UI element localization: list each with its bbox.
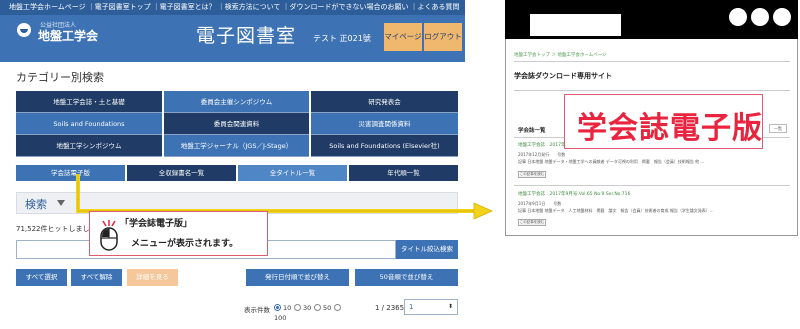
chevron-down-icon <box>57 200 65 206</box>
journal-row-title[interactable]: 地盤工学会誌 2017年 <box>518 142 565 148</box>
read-article-button[interactable]: この記事を読む <box>518 219 546 226</box>
breadcrumb[interactable]: 地盤工学会トップ ＞ 地盤工学会ホームページ <box>514 52 607 58</box>
category-disaster-reports[interactable]: 災害調査関係資料 <box>311 113 458 135</box>
journal-row-date: 2017年12月発行 号数 <box>518 152 566 157</box>
window-title-box <box>530 14 621 36</box>
category-sf-elsevier[interactable]: Soils and Foundations (Elsevier社) <box>311 135 458 157</box>
per-page-option-100: 100 <box>274 314 287 322</box>
mypage-button[interactable]: マイページ <box>384 23 422 51</box>
category-research-meeting[interactable]: 研究発表会 <box>311 91 458 113</box>
window-bar <box>505 0 798 39</box>
page-indicator: 1 / 2365 <box>375 304 405 312</box>
link-download-help[interactable]: ｜ダウンロードができない場合のお願い <box>282 3 408 11</box>
journal-edition-label: 学会誌電子版 <box>577 111 763 146</box>
callout-line-2: メニューが表示されます。 <box>131 239 239 249</box>
list-tabs: 学会誌電子版 全収録書名一覧 全タイトル一覧 年代順一覧 <box>16 165 458 181</box>
read-article-button[interactable]: この記事を読む <box>518 171 546 178</box>
category-geo-symposium[interactable]: 地盤工学シンポジウム <box>16 135 162 157</box>
per-page-option-50: 50 <box>323 304 332 312</box>
per-page-label: 表示件数 <box>244 306 270 314</box>
logout-button[interactable]: ログアウト <box>424 23 462 51</box>
tab-all-books[interactable]: 全収録書名一覧 <box>127 165 236 181</box>
link-faq[interactable]: ｜よくある質問 <box>410 3 459 11</box>
tab-all-titles[interactable]: 全タイトル一覧 <box>238 165 347 181</box>
category-committee-docs[interactable]: 委員会関連資料 <box>164 113 309 135</box>
category-symposium[interactable]: 委員会主催シンポジウム <box>164 91 309 113</box>
link-home[interactable]: 地盤工学会ホームページ <box>9 3 86 11</box>
journal-edition-label-box: 学会誌電子版 <box>564 94 763 149</box>
category-search-title: カテゴリー別検索 <box>16 71 104 84</box>
category-grid: 地盤工学会誌・土と基礎 委員会主催シンポジウム 研究発表会 Soils and … <box>16 91 458 157</box>
hit-count: 71,522件ヒットしました <box>16 225 97 233</box>
page-title: 電子図書室 <box>196 25 297 47</box>
link-about[interactable]: ｜電子図書室とは？ <box>153 3 216 11</box>
journal-row-contents: 記事 日本地盤 地盤データ 人工地盤材料 掲載 論文 報告（会員）技術者の育成 … <box>518 208 714 213</box>
journal-site-window: 地盤工学会トップ ＞ 地盤工学会ホームページ 学会誌ダウンロード専用サイト 学会… <box>505 0 798 236</box>
society-logo-icon <box>17 23 31 37</box>
divider <box>514 185 790 186</box>
sort-by-kana-button[interactable]: 50音順で並び替え <box>355 269 458 286</box>
category-soils-foundations[interactable]: Soils and Foundations <box>16 113 162 135</box>
divider <box>514 90 790 91</box>
per-page-option-30: 30 <box>303 304 312 312</box>
deselect-all-button[interactable]: すべて解除 <box>71 269 122 286</box>
category-geo-journal[interactable]: 地盤工学ジャーナル（JGS／J-Stage） <box>164 135 309 157</box>
journal-row-title[interactable]: 地盤工学会誌 2017年9月号 Vol.65 No.9 Ser.No.716 <box>518 191 630 197</box>
details-button[interactable]: 詳細を見る <box>127 269 178 286</box>
journal-row-date: 2017年9月1日 号数 <box>518 201 562 206</box>
window-dot-icon <box>773 8 791 26</box>
callout-line-1: 「学会誌電子版」 <box>120 219 193 229</box>
page-select[interactable]: 1 ⬍ <box>404 299 458 315</box>
per-page-radio-50[interactable] <box>314 304 321 311</box>
journal-list-heading: 学会誌一覧 <box>518 128 546 134</box>
title-refine-button[interactable]: タイトル絞込検索 <box>396 240 458 259</box>
site-heading: 学会誌ダウンロード専用サイト <box>514 72 612 80</box>
link-search-help[interactable]: ｜検索方法について <box>218 3 281 11</box>
tab-by-year[interactable]: 年代順一覧 <box>349 165 458 181</box>
sort-by-date-button[interactable]: 発行日付順で並び替え <box>246 269 349 286</box>
per-page-radio-30[interactable] <box>294 304 301 311</box>
search-label: 検索 <box>25 198 47 211</box>
list-tag-button[interactable]: 一覧 <box>769 124 787 133</box>
user-name: テスト 正021號 <box>313 34 371 43</box>
per-page-radio-10[interactable] <box>274 304 281 311</box>
journal-row-contents: 記事 日本地盤 地盤データ・地盤工学への貢献者 データ可視の利用 掲載 報告（会… <box>518 159 705 164</box>
page-select-value: 1 <box>409 303 414 311</box>
library-screen: 地盤工学会ホームページ ｜電子図書室トップ ｜電子図書室とは？ ｜検索方法について ｜ダ… <box>0 0 465 329</box>
divider <box>514 61 790 62</box>
window-dot-icon <box>751 8 769 26</box>
logo-name[interactable]: 地盤工学会 <box>38 27 98 44</box>
mouse-click-icon <box>100 220 118 251</box>
window-dot-icon <box>729 8 747 26</box>
select-all-button[interactable]: すべて選択 <box>16 269 67 286</box>
category-journal[interactable]: 地盤工学会誌・土と基礎 <box>16 91 162 113</box>
select-caret-icon: ⬍ <box>447 303 453 310</box>
link-library-top[interactable]: ｜電子図書室トップ <box>88 3 151 11</box>
tab-journal-edition[interactable]: 学会誌電子版 <box>16 165 125 181</box>
per-page-option-10: 10 <box>283 304 292 312</box>
per-page-radio-100[interactable] <box>334 304 341 311</box>
top-links-bar: 地盤工学会ホームページ ｜電子図書室トップ ｜電子図書室とは？ ｜検索方法について ｜ダ… <box>0 0 465 15</box>
